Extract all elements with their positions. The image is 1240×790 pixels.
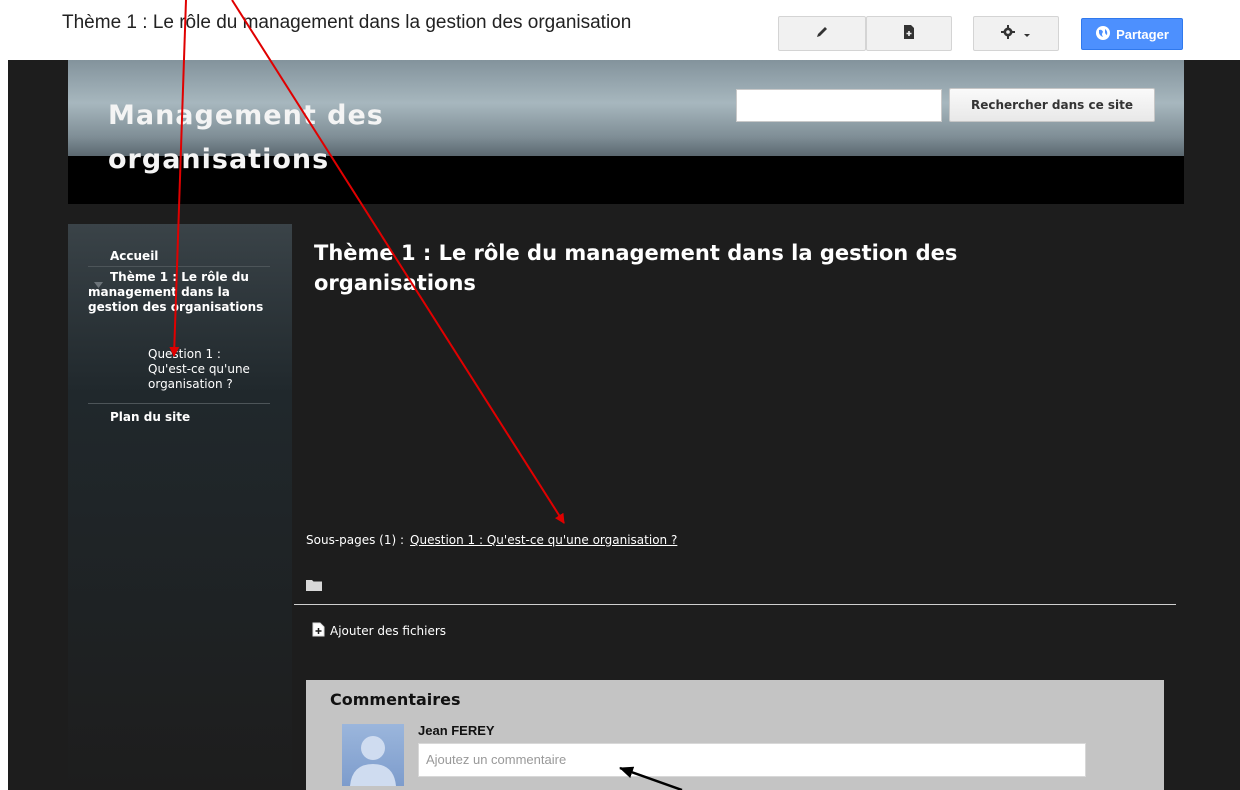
add-files-label: Ajouter des fichiers — [330, 624, 447, 638]
chevron-down-icon — [1023, 24, 1031, 43]
site-title[interactable]: Management des organisations — [108, 94, 468, 182]
add-files-button[interactable]: Ajouter des fichiers — [312, 622, 446, 640]
search-button[interactable]: Rechercher dans ce site — [949, 88, 1155, 122]
comment-input[interactable]: Ajoutez un commentaire — [418, 743, 1086, 777]
globe-icon — [1095, 25, 1111, 44]
comments-title: Commentaires — [330, 690, 461, 709]
folder-icon — [306, 576, 322, 595]
gear-icon — [1001, 24, 1021, 44]
avatar — [342, 724, 404, 786]
sidebar-item-accueil[interactable]: Accueil — [110, 249, 158, 264]
edit-toolbar: Thème 1 : Le rôle du management dans la … — [0, 0, 1240, 60]
nav-divider — [88, 403, 270, 404]
sidebar-item-question-1[interactable]: Question 1 : Qu'est-ce qu'une organisati… — [148, 347, 260, 392]
edit-page-button[interactable] — [778, 16, 866, 51]
search-input[interactable] — [736, 89, 942, 122]
document-title: Thème 1 : Le rôle du management dans la … — [62, 12, 632, 33]
subpages: Sous-pages (1) : Question 1 : Qu'est-ce q… — [306, 533, 677, 547]
add-file-icon — [312, 622, 325, 640]
comments-section: Commentaires Jean FEREY Ajoutez un comme… — [306, 680, 1164, 790]
share-button[interactable]: Partager — [1081, 18, 1183, 50]
sidebar-nav: Accueil Thème 1 : Le rôle du management … — [68, 224, 292, 790]
new-page-icon — [902, 24, 916, 44]
subpage-link[interactable]: Question 1 : Qu'est-ce qu'une organisati… — [410, 533, 677, 547]
sidebar-item-theme-1[interactable]: Thème 1 : Le rôle du management dans la … — [88, 270, 272, 315]
divider — [294, 604, 1176, 605]
page-title: Thème 1 : Le rôle du management dans la … — [314, 241, 958, 295]
settings-button[interactable] — [973, 16, 1059, 51]
sidebar-item-plan-du-site[interactable]: Plan du site — [110, 410, 190, 425]
nav-divider — [88, 266, 270, 267]
subpages-label: Sous-pages (1) : — [306, 533, 405, 547]
new-page-button[interactable] — [866, 16, 952, 51]
main-content: Thème 1 : Le rôle du management dans la … — [294, 224, 1184, 790]
site-frame: Management des organisations Rechercher … — [8, 60, 1240, 790]
comment-author: Jean FEREY — [418, 723, 495, 738]
share-label: Partager — [1116, 26, 1169, 42]
pencil-icon — [814, 24, 830, 44]
